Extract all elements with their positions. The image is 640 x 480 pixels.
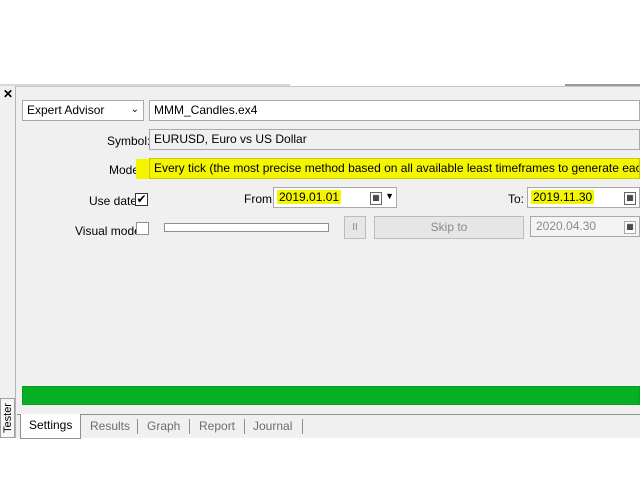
tester-vertical-tab[interactable]: Tester [0,398,15,438]
tab-journal[interactable]: Journal [253,415,292,437]
tab-separator [244,419,245,434]
tab-settings[interactable]: Settings [20,414,82,439]
to-date-value: 2019.11.30 [531,190,595,204]
model-select[interactable]: Every tick (the most precise method base… [149,158,640,179]
model-value: Every tick (the most precise method base… [154,161,640,175]
calendar-icon[interactable]: ▦ [370,192,382,205]
skip-date-value: 2020.04.30 [536,219,597,233]
expert-type-value: Expert Advisor [27,103,105,117]
side-strip [0,86,16,438]
pause-button[interactable]: II [344,216,366,239]
symbol-select[interactable]: EURUSD, Euro vs US Dollar [149,129,640,150]
expert-file-value: MMM_Candles.ex4 [154,103,258,117]
expert-file-select[interactable]: MMM_Candles.ex4 [149,100,640,121]
expert-type-select[interactable]: Expert Advisor ⌄ [22,100,144,121]
skip-to-button[interactable]: Skip to [374,216,524,239]
to-date-picker[interactable]: 2019.11.30 ▦ [527,187,640,208]
from-date-picker[interactable]: 2019.01.01 ▦ ▼ [273,187,397,208]
tester-vertical-tab-label: Tester [1,403,14,433]
use-date-checkbox[interactable]: ✔ [135,193,148,206]
close-icon[interactable]: ✕ [2,88,14,100]
checkmark-icon: ✔ [136,192,147,206]
symbol-value: EURUSD, Euro vs US Dollar [154,132,307,146]
chevron-down-icon[interactable]: ▼ [385,191,394,201]
tab-separator [302,419,303,434]
visual-speed-slider[interactable] [164,223,329,232]
tab-graph[interactable]: Graph [147,415,180,437]
calendar-icon: ▦ [624,221,636,234]
from-date-value: 2019.01.01 [277,190,342,204]
chevron-down-icon: ⌄ [130,104,139,115]
test-progress-bar [22,386,640,405]
visual-mode-label: Visual mode [75,224,141,238]
symbol-label: Symbol: [107,134,151,148]
tab-separator [137,419,138,434]
tester-tabs: Settings Results Graph Report Journal [17,414,640,439]
tab-report[interactable]: Report [199,415,235,437]
skip-date-picker[interactable]: 2020.04.30 ▦ [530,216,640,237]
to-label: To: [508,192,525,206]
visual-mode-checkbox[interactable] [136,222,149,235]
tab-results[interactable]: Results [90,415,130,437]
use-date-label: Use date [89,194,138,208]
calendar-icon[interactable]: ▦ [624,192,636,205]
tab-separator [189,419,190,434]
from-label: From: [244,192,276,206]
